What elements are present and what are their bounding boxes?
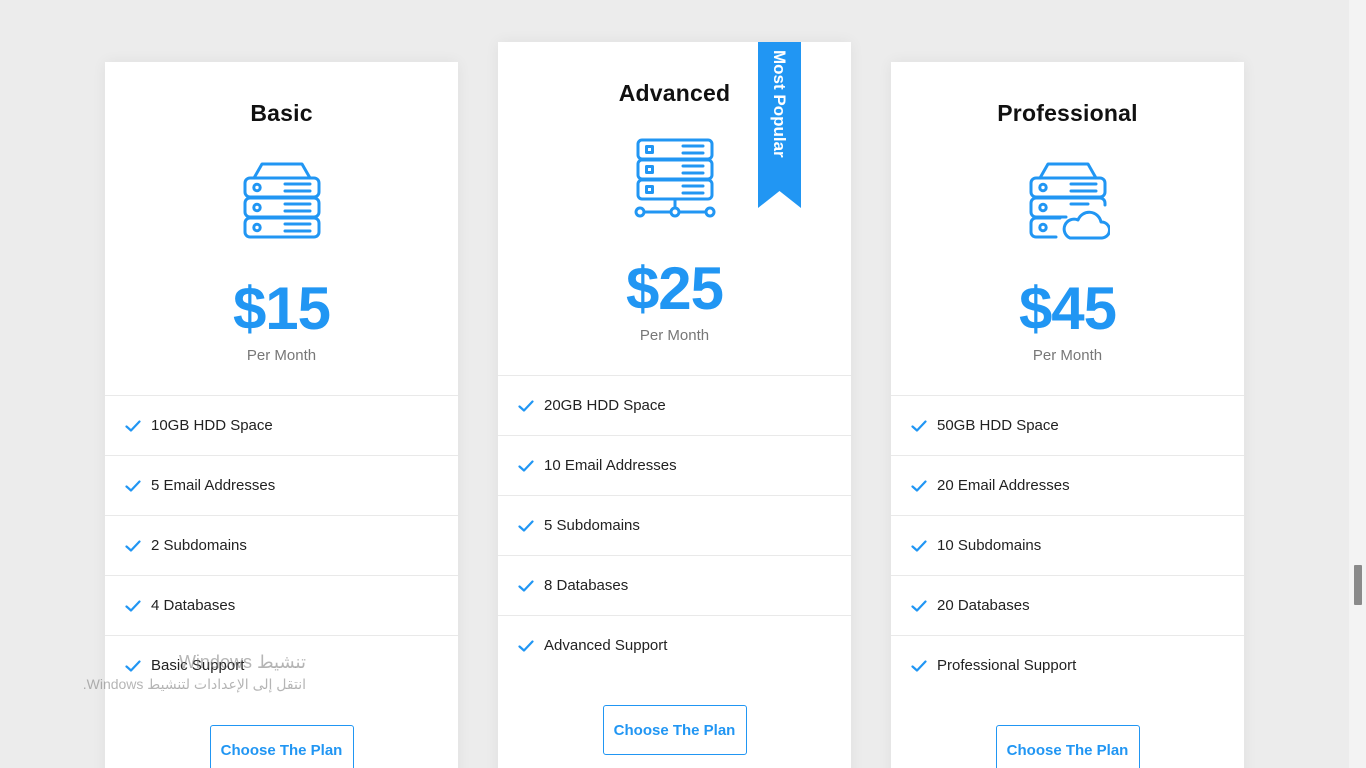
check-icon <box>518 399 534 412</box>
plan-title: Professional <box>997 100 1138 126</box>
feature-item: 5 Subdomains <box>498 496 851 556</box>
feature-item: Professional Support <box>891 636 1244 695</box>
feature-item: 10GB HDD Space <box>105 396 458 456</box>
server-stack-icon <box>243 162 320 239</box>
feature-label: 4 Databases <box>151 597 236 614</box>
feature-label: 50GB HDD Space <box>937 417 1059 434</box>
check-icon <box>518 519 534 532</box>
card-header: Basic $15 Per Month <box>105 62 458 396</box>
scrollbar-thumb[interactable] <box>1354 565 1362 605</box>
feature-label: 10 Subdomains <box>937 537 1042 554</box>
feature-list: 10GB HDD Space 5 Email Addresses 2 Subdo… <box>105 396 458 695</box>
check-icon <box>911 419 927 432</box>
check-icon <box>911 659 927 672</box>
check-icon <box>518 459 534 472</box>
pricing-card-professional: Professional $45 Per Month 50GB HDD Spac… <box>891 62 1244 768</box>
feature-item: Basic Support <box>105 636 458 695</box>
check-icon <box>125 539 141 552</box>
check-icon <box>911 599 927 612</box>
feature-item: 8 Databases <box>498 556 851 616</box>
most-popular-ribbon: Most Popular <box>758 42 801 208</box>
plan-price: $15 <box>232 275 331 342</box>
feature-item: 5 Email Addresses <box>105 456 458 516</box>
choose-plan-button-professional[interactable]: Choose The Plan <box>995 725 1140 768</box>
plan-price: $25 <box>625 255 724 322</box>
card-header: Professional $45 Per Month <box>891 62 1244 396</box>
vertical-scrollbar[interactable] <box>1349 0 1366 768</box>
button-wrapper: Choose The Plan <box>891 695 1244 768</box>
feature-list: 50GB HDD Space 20 Email Addresses 10 Sub… <box>891 396 1244 695</box>
pricing-card-advanced: Advanced $25 Per Month 20GB HDD Space 10… <box>498 42 851 768</box>
check-icon <box>125 479 141 492</box>
check-icon <box>125 419 141 432</box>
feature-item: 10 Subdomains <box>891 516 1244 576</box>
feature-label: 8 Databases <box>544 577 629 594</box>
feature-item: Advanced Support <box>498 616 851 675</box>
button-wrapper: Choose The Plan <box>498 675 851 755</box>
pricing-card-basic: Basic $15 Per Month 10GB HDD Space 5 Ema… <box>105 62 458 768</box>
feature-label: 2 Subdomains <box>151 537 247 554</box>
feature-item: 50GB HDD Space <box>891 396 1244 456</box>
feature-label: 5 Subdomains <box>544 517 640 534</box>
feature-list: 20GB HDD Space 10 Email Addresses 5 Subd… <box>498 376 851 675</box>
check-icon <box>911 479 927 492</box>
ribbon-label: Most Popular <box>770 50 789 158</box>
plan-price: $45 <box>1018 275 1117 342</box>
check-icon <box>518 579 534 592</box>
feature-label: Basic Support <box>151 657 245 674</box>
check-icon <box>125 599 141 612</box>
feature-label: 20GB HDD Space <box>544 397 666 414</box>
check-icon <box>911 539 927 552</box>
plan-period: Per Month <box>639 327 710 344</box>
choose-plan-button-advanced[interactable]: Choose The Plan <box>602 705 747 755</box>
feature-label: 5 Email Addresses <box>151 477 276 494</box>
feature-label: 20 Email Addresses <box>937 477 1070 494</box>
plan-period: Per Month <box>1032 347 1103 364</box>
check-icon <box>125 659 141 672</box>
feature-item: 10 Email Addresses <box>498 436 851 496</box>
choose-plan-button-basic[interactable]: Choose The Plan <box>209 725 354 768</box>
server-cloud-icon <box>1029 162 1110 240</box>
feature-item: 20GB HDD Space <box>498 376 851 436</box>
feature-label: Professional Support <box>937 657 1077 674</box>
plan-title: Basic <box>250 100 313 126</box>
pricing-page: Basic $15 Per Month 10GB HDD Space 5 Ema… <box>0 0 1366 768</box>
check-icon <box>518 639 534 652</box>
feature-label: Advanced Support <box>544 637 668 654</box>
feature-item: 20 Databases <box>891 576 1244 636</box>
feature-item: 2 Subdomains <box>105 516 458 576</box>
server-network-icon <box>634 138 715 218</box>
feature-label: 10 Email Addresses <box>544 457 677 474</box>
button-wrapper: Choose The Plan <box>105 695 458 768</box>
feature-item: 20 Email Addresses <box>891 456 1244 516</box>
plan-period: Per Month <box>246 347 317 364</box>
feature-label: 10GB HDD Space <box>151 417 273 434</box>
feature-item: 4 Databases <box>105 576 458 636</box>
feature-label: 20 Databases <box>937 597 1030 614</box>
